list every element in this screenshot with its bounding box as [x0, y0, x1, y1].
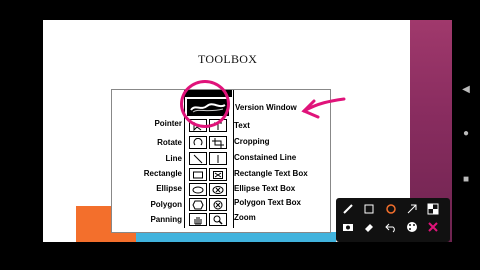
back-nav-icon[interactable]: ◀ [452, 84, 480, 95]
circle-draw-icon[interactable] [385, 202, 397, 220]
crop-tool-button[interactable] [209, 136, 227, 149]
label-pointer: Pointer [154, 119, 182, 128]
mosaic-icon[interactable] [427, 202, 439, 220]
constrained-line-tool-button[interactable] [209, 152, 227, 165]
camera-icon[interactable] [342, 220, 354, 238]
rotate-icon [193, 137, 203, 145]
label-constrained-line: Constained Line [234, 153, 297, 162]
constrained-line-icon [217, 154, 219, 163]
label-rectangle-text-box: Rectangle Text Box [234, 169, 308, 178]
ellipse-tool-button[interactable] [189, 183, 207, 196]
home-nav-icon[interactable]: ● [452, 128, 480, 139]
line-tool-button[interactable] [189, 152, 207, 165]
undo-icon[interactable] [385, 220, 397, 238]
annotation-circle [180, 80, 230, 128]
label-ellipse-text-box: Ellipse Text Box [234, 184, 296, 193]
line-icon [193, 154, 203, 163]
label-panning: Panning [150, 215, 182, 224]
polygon-icon [192, 200, 204, 209]
annotation-arrow-icon [301, 97, 346, 119]
zoom-icon [213, 215, 223, 225]
rectangle-text-box-tool-button[interactable] [209, 168, 227, 181]
pan-icon [194, 216, 202, 224]
label-polygon: Polygon [150, 200, 182, 209]
polygon-text-icon [213, 200, 223, 209]
ellipse-text-icon [212, 185, 224, 194]
zoom-tool-button[interactable] [209, 213, 227, 226]
label-rotate: Rotate [157, 138, 182, 147]
eraser-icon[interactable] [363, 220, 375, 238]
slide-blue-decoration [136, 232, 336, 242]
ellipse-text-box-tool-button[interactable] [209, 183, 227, 196]
pen-tool-icon[interactable] [342, 202, 354, 220]
polygon-tool-button[interactable] [189, 198, 207, 211]
rectangle-draw-icon[interactable] [363, 202, 375, 220]
palette-icon[interactable] [406, 220, 418, 238]
label-ellipse: Ellipse [156, 184, 182, 193]
label-line: Line [165, 154, 182, 163]
label-cropping: Cropping [234, 137, 270, 146]
label-zoom: Zoom [234, 213, 256, 222]
rectangle-text-icon [213, 170, 223, 179]
label-polygon-text-box: Polygon Text Box [234, 198, 301, 207]
label-rectangle: Rectangle [143, 169, 182, 178]
rectangle-tool-button[interactable] [189, 168, 207, 181]
rectangle-icon [193, 171, 203, 178]
polygon-text-box-tool-button[interactable] [209, 198, 227, 211]
ellipse-icon [192, 186, 204, 193]
arrow-draw-icon[interactable] [406, 202, 418, 220]
close-icon[interactable] [427, 220, 439, 238]
pan-tool-button[interactable] [189, 213, 207, 226]
rotate-tool-button[interactable] [189, 136, 207, 149]
slide-title: TOOLBOX [198, 52, 258, 66]
recents-nav-icon[interactable]: ■ [452, 174, 480, 185]
crop-icon [212, 137, 224, 148]
